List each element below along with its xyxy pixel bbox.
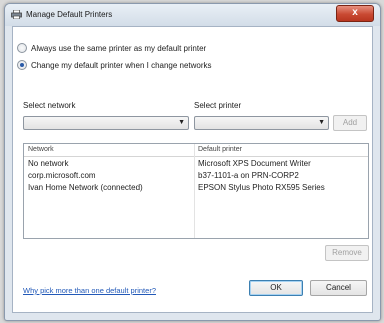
chevron-down-icon: ▼ [178, 119, 185, 126]
radio-change-by-network[interactable]: Change my default printer when I change … [17, 59, 212, 71]
cell-network: No network [28, 159, 69, 168]
add-button[interactable]: Add [333, 115, 367, 131]
close-button[interactable]: x [336, 5, 374, 22]
printer-dropdown[interactable]: ▼ [194, 116, 329, 130]
help-link[interactable]: Why pick more than one default printer? [23, 286, 156, 295]
select-network-label: Select network [23, 101, 76, 110]
table-header: Network Default printer [24, 144, 368, 157]
network-printer-table: Network Default printer No network Micro… [23, 143, 369, 239]
table-row[interactable]: Ivan Home Network (connected) EPSON Styl… [24, 182, 368, 193]
select-printer-label: Select printer [194, 101, 242, 110]
ok-button[interactable]: OK [249, 280, 303, 296]
cancel-button[interactable]: Cancel [310, 280, 367, 296]
chevron-down-icon: ▼ [318, 119, 325, 126]
column-header-network: Network [28, 146, 54, 153]
window-title: Manage Default Printers [26, 10, 113, 19]
cell-default-printer: b37-1101-a on PRN-CORP2 [198, 171, 299, 180]
radio-button-same-printer[interactable] [17, 43, 27, 53]
network-dropdown[interactable]: ▼ [23, 116, 189, 130]
printer-icon [11, 10, 22, 19]
cell-default-printer: EPSON Stylus Photo RX595 Series [198, 183, 325, 192]
radio-label-change-by-network: Change my default printer when I change … [31, 60, 212, 70]
table-row[interactable]: No network Microsoft XPS Document Writer [24, 158, 368, 169]
cell-default-printer: Microsoft XPS Document Writer [198, 159, 311, 168]
cell-network: corp.microsoft.com [28, 171, 96, 180]
dialog-body: Always use the same printer as my defaul… [12, 26, 373, 313]
column-header-default-printer: Default printer [198, 146, 242, 153]
radio-label-same-printer: Always use the same printer as my defaul… [31, 43, 207, 53]
remove-button[interactable]: Remove [325, 245, 369, 261]
title-bar: Manage Default Printers x [5, 4, 380, 26]
cell-network: Ivan Home Network (connected) [28, 183, 143, 192]
manage-default-printers-dialog: Manage Default Printers x Always use the… [4, 3, 381, 321]
radio-button-change-by-network[interactable] [17, 60, 27, 70]
radio-same-printer[interactable]: Always use the same printer as my defaul… [17, 42, 206, 54]
table-row[interactable]: corp.microsoft.com b37-1101-a on PRN-COR… [24, 170, 368, 181]
